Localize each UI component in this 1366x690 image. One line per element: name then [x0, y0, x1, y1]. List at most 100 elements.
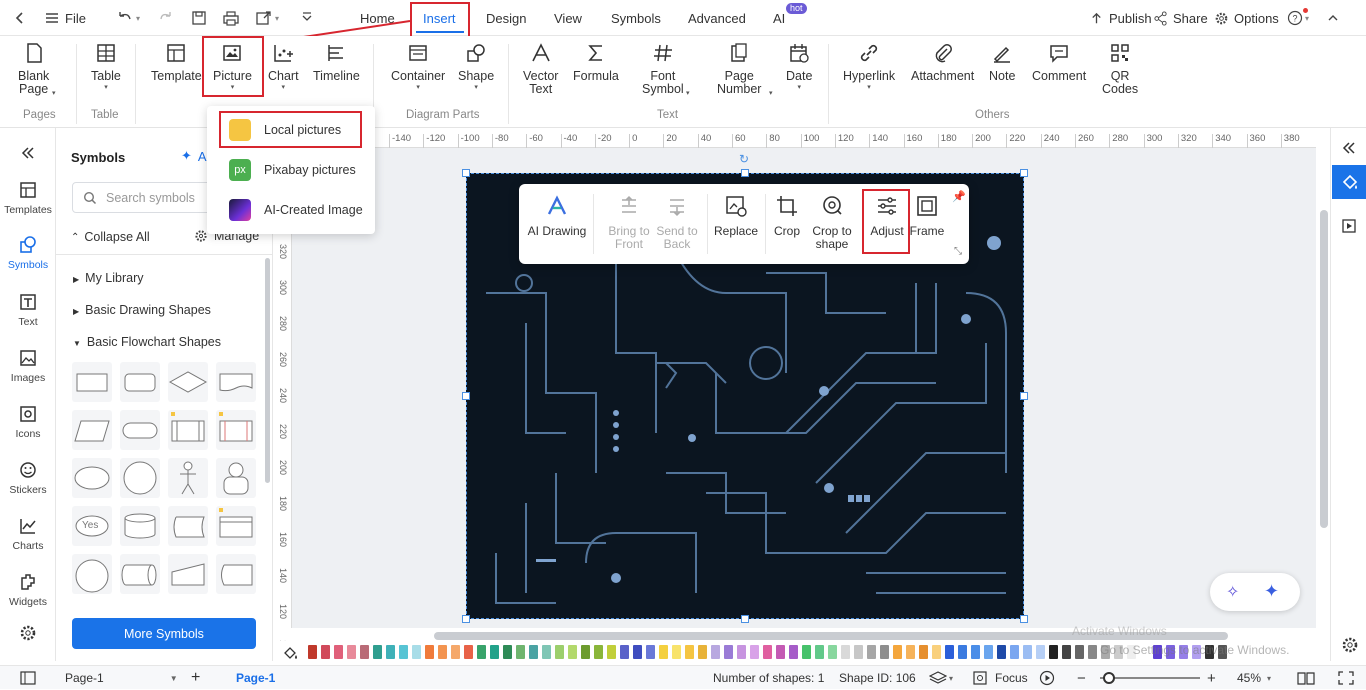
help-icon[interactable]: ? ▾: [1287, 0, 1309, 36]
color-swatch[interactable]: [711, 645, 720, 659]
tab-design[interactable]: Design: [486, 0, 526, 36]
color-swatch[interactable]: [919, 645, 928, 659]
color-swatch[interactable]: [659, 645, 668, 659]
color-swatch[interactable]: [308, 645, 317, 659]
color-swatch[interactable]: [425, 645, 434, 659]
section-basic-drawing-shapes[interactable]: ▶ Basic Drawing Shapes: [73, 303, 211, 317]
color-swatch[interactable]: [867, 645, 876, 659]
attachment-button[interactable]: Attachment: [911, 42, 974, 83]
color-swatch[interactable]: [1010, 645, 1019, 659]
rotate-handle-icon[interactable]: ↻: [739, 152, 749, 166]
shape-document[interactable]: [216, 362, 256, 402]
rail-symbols[interactable]: Symbols: [0, 235, 56, 271]
color-swatch[interactable]: [464, 645, 473, 659]
page-select[interactable]: Page-1 ▼: [65, 666, 178, 690]
color-swatch[interactable]: [763, 645, 772, 659]
color-swatch[interactable]: [594, 645, 603, 659]
hyperlink-button[interactable]: Hyperlink ▾: [843, 42, 895, 91]
container-button[interactable]: Container ▾: [391, 42, 445, 91]
publish-button[interactable]: Publish: [1089, 0, 1152, 36]
color-swatch[interactable]: [490, 645, 499, 659]
color-swatch[interactable]: [503, 645, 512, 659]
fit-page-icon[interactable]: [1338, 666, 1354, 690]
tab-symbols[interactable]: Symbols: [611, 0, 661, 36]
template-button[interactable]: Template: [151, 42, 202, 83]
color-swatch[interactable]: [971, 645, 980, 659]
resize-handle[interactable]: [462, 392, 470, 400]
shape-stored-data[interactable]: [168, 506, 208, 546]
color-swatch[interactable]: [386, 645, 395, 659]
color-swatch[interactable]: [1049, 645, 1058, 659]
replace-button[interactable]: Replace: [712, 194, 760, 238]
formula-button[interactable]: Formula: [573, 42, 619, 83]
ai-sparkle-icon[interactable]: ✦: [1264, 581, 1279, 602]
picture-button[interactable]: Picture ▾: [213, 42, 252, 91]
book-view-icon[interactable]: [1297, 666, 1315, 690]
color-swatch[interactable]: [789, 645, 798, 659]
color-swatch[interactable]: [880, 645, 889, 659]
fill-bucket-icon[interactable]: [282, 645, 300, 661]
shape-button[interactable]: Shape ▾: [458, 42, 494, 91]
crop-to-shape-button[interactable]: Crop to shape: [807, 194, 857, 251]
rail-templates[interactable]: Templates: [0, 180, 56, 216]
canvas-v-scrollbar[interactable]: [1320, 210, 1328, 528]
settings-icon[interactable]: [0, 624, 56, 642]
resize-handle[interactable]: [1020, 392, 1028, 400]
right-settings-icon[interactable]: [1341, 636, 1359, 654]
shape-connector[interactable]: [72, 554, 112, 594]
color-swatch[interactable]: [984, 645, 993, 659]
menu-item-ai-created-image[interactable]: AI-Created Image: [215, 193, 367, 227]
color-swatch[interactable]: [841, 645, 850, 659]
rail-widgets[interactable]: Widgets: [0, 572, 56, 608]
tab-advanced[interactable]: Advanced: [688, 0, 746, 36]
date-button[interactable]: Date ▾: [786, 42, 812, 91]
color-swatch[interactable]: [360, 645, 369, 659]
zoom-level[interactable]: 45% ▾: [1237, 666, 1271, 690]
expand-panel-icon[interactable]: [1341, 140, 1357, 156]
back-icon[interactable]: [12, 0, 28, 36]
collapse-all-button[interactable]: ⌃ Collapse All: [71, 230, 150, 244]
more-symbols-button[interactable]: More Symbols: [72, 618, 256, 649]
color-swatch[interactable]: [854, 645, 863, 659]
color-swatch[interactable]: [555, 645, 564, 659]
page-number-button[interactable]: Page Number: [717, 42, 761, 96]
menu-item-local-pictures[interactable]: Local pictures: [215, 113, 367, 147]
color-swatch[interactable]: [776, 645, 785, 659]
resize-handle[interactable]: [1020, 169, 1028, 177]
focus-button[interactable]: Focus: [973, 666, 1028, 690]
rail-images[interactable]: Images: [0, 348, 56, 384]
shape-card[interactable]: [216, 506, 256, 546]
color-swatch[interactable]: [646, 645, 655, 659]
pin-icon[interactable]: 📌: [952, 190, 966, 203]
note-button[interactable]: Note: [989, 42, 1015, 83]
shape-circle[interactable]: [120, 458, 160, 498]
qr-codes-button[interactable]: QR Codes: [1102, 42, 1138, 96]
table-button[interactable]: Table ▾: [91, 42, 121, 91]
color-swatch[interactable]: [724, 645, 733, 659]
share-button[interactable]: Share: [1153, 0, 1208, 36]
color-swatch[interactable]: [451, 645, 460, 659]
collapse-ribbon-icon[interactable]: [1326, 0, 1340, 36]
shape-user[interactable]: [216, 458, 256, 498]
undo-icon[interactable]: ▾: [116, 0, 140, 36]
shape-predefined-process[interactable]: [168, 410, 208, 450]
shape-direct-access[interactable]: [120, 554, 160, 594]
resize-handle[interactable]: [462, 615, 470, 623]
resize-handle[interactable]: [462, 169, 470, 177]
color-swatch[interactable]: [958, 645, 967, 659]
color-swatch[interactable]: [1062, 645, 1071, 659]
color-swatch[interactable]: [529, 645, 538, 659]
color-swatch[interactable]: [399, 645, 408, 659]
color-swatch[interactable]: [1036, 645, 1045, 659]
color-swatch[interactable]: [542, 645, 551, 659]
send-to-back-button[interactable]: Send to Back: [649, 194, 705, 251]
crop-button[interactable]: Crop: [769, 194, 805, 238]
resize-handle[interactable]: [1020, 615, 1028, 623]
color-swatch[interactable]: [581, 645, 590, 659]
color-swatch[interactable]: [750, 645, 759, 659]
frame-button[interactable]: Frame: [910, 194, 944, 238]
shape-terminator[interactable]: [120, 410, 160, 450]
ai-wand-icon[interactable]: ✧: [1226, 582, 1239, 602]
color-swatch[interactable]: [321, 645, 330, 659]
timeline-button[interactable]: Timeline: [313, 42, 360, 83]
